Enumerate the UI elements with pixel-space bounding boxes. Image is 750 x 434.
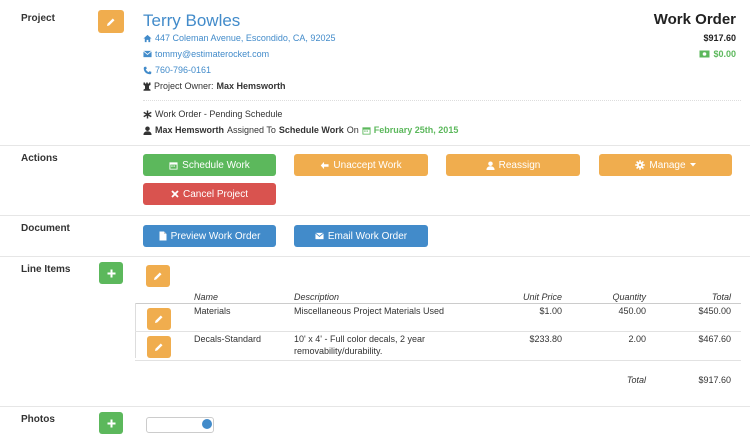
envelope-icon [143, 50, 152, 58]
line-items-section-label: Line Items [21, 264, 71, 275]
pencil-icon [107, 18, 115, 26]
row-unit-price: $233.80 [529, 334, 562, 344]
rook-icon [143, 82, 151, 91]
phone-icon [143, 66, 152, 74]
add-photo-button[interactable] [99, 412, 123, 434]
reassign-label: Reassign [498, 159, 541, 171]
divider-document [0, 215, 750, 216]
reassign-button[interactable]: Reassign [446, 154, 580, 176]
assign-text: Assigned To [227, 125, 276, 135]
file-icon [159, 231, 167, 241]
pencil-icon [154, 272, 162, 280]
plus-icon [107, 269, 115, 277]
unaccept-work-label: Unaccept Work [333, 159, 402, 171]
header-total: $917.60 [703, 33, 736, 43]
status-text: Work Order - Pending Schedule [155, 109, 283, 119]
divider-actions [0, 145, 750, 146]
row-name: Materials [194, 306, 231, 316]
paid-amount: $0.00 [713, 49, 736, 59]
user-icon [486, 160, 495, 170]
plus-icon [107, 419, 115, 427]
column-header-name: Name [194, 292, 219, 302]
actions-section-label: Actions [21, 153, 58, 164]
email-work-order-label: Email Work Order [327, 230, 408, 242]
money-icon [699, 50, 710, 58]
column-header-unit-price: Unit Price [522, 292, 562, 302]
project-section-label: Project [21, 13, 55, 24]
edit-project-button[interactable] [98, 10, 124, 33]
assign-from-name: Max Hemsworth [155, 125, 225, 135]
address-text: 447 Coleman Avenue, Escondido, CA, 92025 [155, 33, 336, 43]
close-icon [171, 190, 179, 198]
email-row[interactable]: tommy@estimaterocket.com [143, 49, 269, 59]
preview-work-order-button[interactable]: Preview Work Order [143, 225, 276, 247]
photo-toggle-control[interactable] [146, 417, 214, 433]
row-description: Miscellaneous Project Materials Used [294, 306, 445, 316]
row-unit-price: $1.00 [539, 306, 562, 316]
envelope-icon [315, 232, 324, 240]
row-description-line-1: 10' x 4' - Full color decals, 2 year [294, 334, 425, 344]
paid-amount-row: $0.00 [699, 49, 736, 59]
row-divider [135, 331, 741, 332]
grand-total-label: Total [626, 375, 646, 385]
cancel-project-button[interactable]: Cancel Project [143, 183, 276, 205]
table-header-rule [135, 303, 741, 304]
assign-date: February 25th, 2015 [373, 125, 459, 135]
phone-text: 760-796-0161 [155, 65, 212, 75]
arrow-left-icon [321, 161, 329, 169]
assign-on-text: On [346, 125, 359, 135]
document-type-title: Work Order [653, 11, 736, 28]
calendar-icon [362, 126, 371, 135]
preview-work-order-label: Preview Work Order [170, 230, 261, 242]
email-text: tommy@estimaterocket.com [155, 49, 270, 59]
row-name: Decals-Standard [194, 334, 262, 344]
cancel-project-label: Cancel Project [182, 188, 249, 200]
asterisk-icon [143, 109, 152, 119]
divider-line-items [0, 256, 750, 257]
column-header-total: Total [711, 292, 731, 302]
divider-photos [0, 406, 750, 407]
column-header-description: Description [294, 292, 340, 302]
address-row[interactable]: 447 Coleman Avenue, Escondido, CA, 92025 [143, 33, 335, 43]
document-section-label: Document [21, 223, 70, 234]
edit-row-materials-button[interactable] [147, 308, 171, 330]
user-icon [143, 125, 152, 135]
grand-total-value: $917.60 [698, 375, 731, 385]
project-inner-divider [143, 100, 741, 101]
row-total: $467.60 [698, 334, 731, 344]
schedule-work-button[interactable]: Schedule Work [143, 154, 276, 176]
add-line-item-button[interactable] [99, 262, 123, 284]
row-total: $450.00 [698, 306, 731, 316]
pencil-icon [155, 343, 163, 351]
toggle-knob [202, 419, 212, 429]
status-row: Work Order - Pending Schedule [143, 109, 282, 119]
project-owner-row: Project Owner: Max Hemsworth [143, 81, 286, 91]
column-header-quantity: Quantity [612, 292, 646, 302]
email-work-order-button[interactable]: Email Work Order [294, 225, 428, 247]
manage-label: Manage [649, 159, 686, 171]
unaccept-work-button[interactable]: Unaccept Work [294, 154, 428, 176]
edit-line-items-button[interactable] [146, 265, 170, 287]
owner-label: Project Owner: [154, 81, 214, 91]
photos-section-label: Photos [21, 414, 55, 425]
assignment-row: Max Hemsworth Assigned To Schedule Work … [143, 125, 458, 135]
schedule-work-label: Schedule Work [182, 159, 250, 171]
edit-row-decals-button[interactable] [147, 336, 171, 358]
client-name-link[interactable]: Terry Bowles [143, 11, 240, 31]
table-bottom-rule [135, 360, 741, 361]
home-icon [143, 34, 152, 42]
row-description-line-2: removability/durability. [294, 346, 383, 356]
owner-name: Max Hemsworth [216, 81, 286, 91]
row-quantity: 2.00 [628, 334, 646, 344]
row-quantity: 450.00 [618, 306, 646, 316]
manage-dropdown-button[interactable]: Manage [599, 154, 732, 176]
phone-row[interactable]: 760-796-0161 [143, 65, 211, 75]
gear-icon [635, 160, 646, 170]
pencil-icon [155, 315, 163, 323]
caret-down-icon [689, 163, 696, 167]
calendar-icon [169, 161, 178, 170]
assign-stage: Schedule Work [278, 125, 344, 135]
